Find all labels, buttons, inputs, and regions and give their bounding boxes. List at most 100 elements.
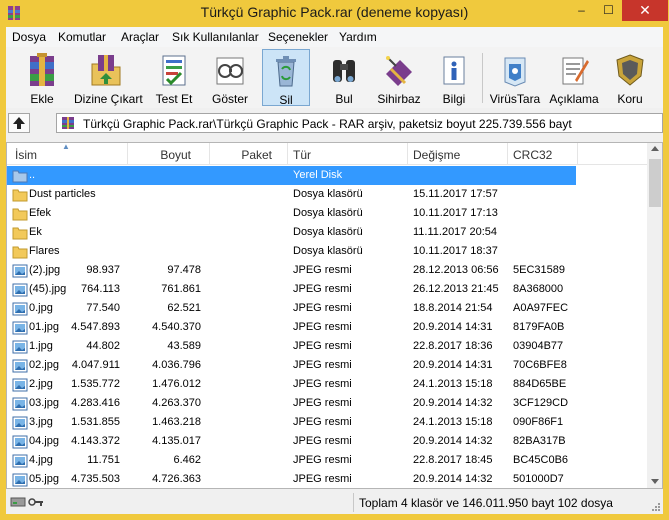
file-type: JPEG resmi xyxy=(293,416,352,428)
title-bar[interactable]: Türkçü Graphic Pack.rar (deneme kopyası)… xyxy=(0,0,669,27)
window-title: Türkçü Graphic Pack.rar (deneme kopyası) xyxy=(200,4,469,20)
file-row[interactable]: 4.jpg 11.751 6.462 JPEG resmi 22.8.2017 18:4… xyxy=(7,451,647,470)
file-modified: 24.1.2013 15:18 xyxy=(413,416,493,428)
file-row[interactable]: 05.jpg 4.735.503 4.726.363 JPEG resmi 20.9.2… xyxy=(7,470,647,488)
address-field[interactable]: Türkçü Graphic Pack.rar\Türkçü Graphic P… xyxy=(56,113,663,133)
jpeg-image-icon xyxy=(12,415,28,430)
jpeg-image-icon xyxy=(12,377,28,392)
delete-icon xyxy=(276,56,296,87)
scroll-up-arrow-icon[interactable] xyxy=(651,146,659,151)
virus-scan-button[interactable]: VirüsTara xyxy=(490,49,540,106)
wizard-icon xyxy=(386,56,412,86)
file-row[interactable]: 02.jpg 4.047.911 4.036.796 JPEG resmi 20.9.2… xyxy=(7,356,647,375)
column-divider[interactable] xyxy=(507,143,508,165)
toolbar: Ekle Dizine Çıkart Test Et Göster Sil Bu… xyxy=(6,47,663,108)
drive-key-icons[interactable] xyxy=(10,495,44,509)
find-button[interactable]: Bul xyxy=(320,49,368,106)
column-header-size[interactable]: Boyut xyxy=(160,148,191,162)
file-size: 764.113 xyxy=(81,283,120,295)
file-packed-size: 1.476.012 xyxy=(152,378,201,390)
file-type: Dosya klasörü xyxy=(293,226,363,238)
column-header-packed[interactable]: Paket xyxy=(241,148,272,162)
add-archive-icon xyxy=(30,53,54,86)
resize-grip-icon[interactable] xyxy=(651,502,661,512)
vertical-scrollbar[interactable] xyxy=(647,143,662,488)
protect-icon xyxy=(616,54,644,86)
delete-button[interactable]: Sil xyxy=(262,49,310,107)
file-size: 4.735.503 xyxy=(71,473,120,485)
menu-sik-kullanilanlar[interactable]: Sık Kullanılanlar xyxy=(172,30,259,44)
column-header-name[interactable]: İsim xyxy=(15,148,37,162)
minimize-button[interactable]: – xyxy=(568,0,595,21)
comment-button[interactable]: Açıklama xyxy=(549,49,599,106)
file-name: 1.jpg xyxy=(29,340,53,352)
column-header-modified[interactable]: Değişme xyxy=(413,148,460,162)
menu-dosya[interactable]: Dosya xyxy=(12,30,46,44)
view-button[interactable]: Göster xyxy=(206,49,254,106)
jpeg-image-icon xyxy=(12,472,28,487)
status-separator xyxy=(353,493,354,512)
file-row[interactable]: Flares Dosya klasörü 10.11.2017 18:37 xyxy=(7,242,647,261)
menu-yardim[interactable]: Yardım xyxy=(339,30,377,44)
menu-araclar[interactable]: Araçlar xyxy=(121,30,159,44)
file-modified: 15.11.2017 17:57 xyxy=(413,188,498,200)
file-size: 44.802 xyxy=(86,340,120,352)
file-type: JPEG resmi xyxy=(293,397,352,409)
file-size: 1.531.855 xyxy=(71,416,120,428)
file-crc: 884D65BE xyxy=(513,378,567,390)
add-button[interactable]: Ekle xyxy=(18,49,66,106)
rar-archive-icon xyxy=(62,117,74,129)
file-size: 4.283.416 xyxy=(71,397,120,409)
file-row[interactable]: (45).jpg 764.113 761.861 JPEG resmi 26.12.20… xyxy=(7,280,647,299)
file-row[interactable]: 01.jpg 4.547.893 4.540.370 JPEG resmi 20.9.2… xyxy=(7,318,647,337)
jpeg-image-icon xyxy=(12,396,28,411)
file-row[interactable]: 03.jpg 4.283.416 4.263.370 JPEG resmi 20.9.2… xyxy=(7,394,647,413)
file-size: 98.937 xyxy=(86,264,120,276)
file-row[interactable]: 2.jpg 1.535.772 1.476.012 JPEG resmi 24.1.20… xyxy=(7,375,647,394)
file-crc: A0A97FEC xyxy=(513,302,569,314)
jpeg-image-icon xyxy=(12,339,28,354)
protect-button-label: Koru xyxy=(617,92,643,106)
file-row[interactable]: (2).jpg 98.937 97.478 JPEG resmi 28.12.2013 … xyxy=(7,261,647,280)
info-button[interactable]: Bilgi xyxy=(430,49,478,106)
file-row[interactable]: .. Yerel Disk xyxy=(7,166,647,185)
file-modified: 20.9.2014 14:31 xyxy=(413,321,493,333)
scroll-thumb[interactable] xyxy=(649,159,661,207)
maximize-button[interactable]: ☐ xyxy=(595,0,622,21)
file-size: 11.751 xyxy=(87,454,120,466)
address-bar: Türkçü Graphic Pack.rar\Türkçü Graphic P… xyxy=(6,110,663,136)
file-name: Flares xyxy=(29,245,60,257)
column-divider[interactable] xyxy=(577,143,578,165)
column-divider[interactable] xyxy=(407,143,408,165)
jpeg-image-icon xyxy=(12,358,28,373)
file-crc: 70C6BFE8 xyxy=(513,359,567,371)
file-modified: 22.8.2017 18:36 xyxy=(413,340,493,352)
file-name: (2).jpg xyxy=(29,264,61,276)
file-type: JPEG resmi xyxy=(293,435,352,447)
file-row[interactable]: Dust particles Dosya klasörü 15.11.2017 17… xyxy=(7,185,647,204)
column-header-crc[interactable]: CRC32 xyxy=(513,148,552,162)
wizard-button[interactable]: Sihirbaz xyxy=(375,49,423,106)
file-row[interactable]: Ek Dosya klasörü 11.11.2017 20:54 xyxy=(7,223,647,242)
menu-secenekler[interactable]: Seçenekler xyxy=(268,30,328,44)
file-row[interactable]: 0.jpg 77.540 62.521 JPEG resmi 18.8.2014 21:… xyxy=(7,299,647,318)
column-divider[interactable] xyxy=(209,143,210,165)
up-folder-button[interactable] xyxy=(8,113,30,133)
protect-button[interactable]: Koru xyxy=(606,49,654,106)
close-button[interactable]: ✕ xyxy=(622,0,668,21)
file-row[interactable]: 3.jpg 1.531.855 1.463.218 JPEG resmi 24.1.20… xyxy=(7,413,647,432)
column-header-type[interactable]: Tür xyxy=(293,148,311,162)
virus-scan-icon xyxy=(504,57,526,87)
folder-icon xyxy=(12,244,28,259)
file-packed-size: 4.135.017 xyxy=(152,435,201,447)
file-row[interactable]: Efek Dosya klasörü 10.11.2017 17:13 xyxy=(7,204,647,223)
status-summary: Toplam 4 klasör ve 146.011.950 bayt 102 … xyxy=(359,496,613,510)
file-row[interactable]: 04.jpg 4.143.372 4.135.017 JPEG resmi 20.9.2… xyxy=(7,432,647,451)
column-divider[interactable] xyxy=(127,143,128,165)
file-row[interactable]: 1.jpg 44.802 43.589 JPEG resmi 22.8.2017 18:… xyxy=(7,337,647,356)
menu-komutlar[interactable]: Komutlar xyxy=(58,30,106,44)
scroll-down-arrow-icon[interactable] xyxy=(651,479,659,484)
extract-to-button[interactable]: Dizine Çıkart xyxy=(74,49,143,106)
column-divider[interactable] xyxy=(287,143,288,165)
test-button[interactable]: Test Et xyxy=(150,49,198,106)
